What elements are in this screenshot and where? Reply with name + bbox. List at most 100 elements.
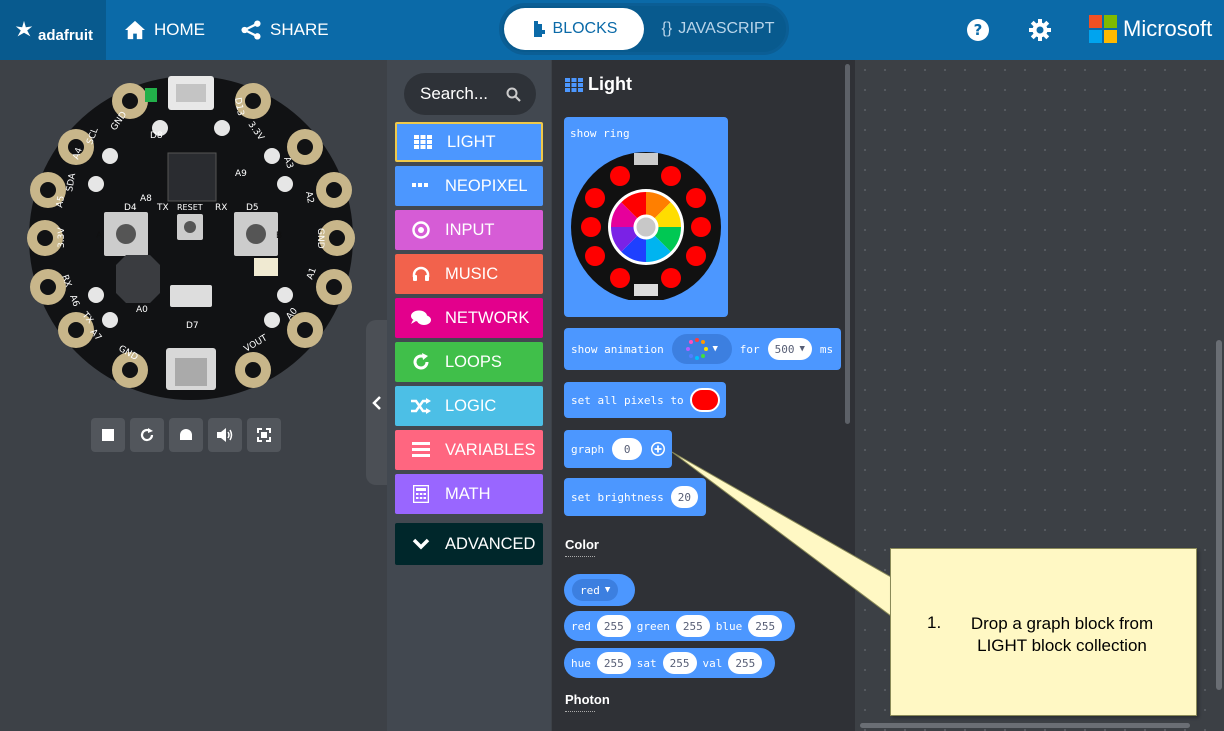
category-neopixel[interactable]: NEOPIXEL bbox=[395, 166, 543, 206]
graph-block[interactable]: graph 0 bbox=[564, 430, 672, 468]
speaker bbox=[116, 255, 160, 303]
home-label: HOME bbox=[154, 20, 205, 39]
label-a0-center: A0 bbox=[136, 305, 148, 315]
color-dropdown[interactable]: red ▼ bbox=[572, 579, 619, 601]
share-icon bbox=[241, 20, 261, 40]
gear-icon bbox=[1029, 19, 1051, 41]
home-button[interactable]: HOME bbox=[124, 0, 205, 60]
slowmo-button[interactable] bbox=[169, 418, 203, 452]
chevron-down-icon bbox=[411, 534, 431, 554]
fullscreen-button[interactable] bbox=[247, 418, 281, 452]
graph-value[interactable]: 0 bbox=[612, 438, 643, 460]
home-icon bbox=[125, 20, 145, 40]
category-loops[interactable]: LOOPS bbox=[395, 342, 543, 382]
share-button[interactable]: SHARE bbox=[240, 0, 329, 60]
animation-dropdown[interactable]: ▼ bbox=[671, 334, 732, 364]
hue-value[interactable]: 255 bbox=[596, 652, 631, 674]
top-bar: adafruit HOME SHARE BLOCKS {} JAVASCRIPT… bbox=[0, 0, 1224, 60]
category-label: NEOPIXEL bbox=[445, 176, 528, 195]
label-d8: D8 bbox=[150, 131, 163, 141]
flyout-title: Light bbox=[565, 74, 632, 95]
show-animation-label: show animation bbox=[571, 342, 664, 356]
speaker-icon bbox=[217, 428, 233, 442]
snail-icon bbox=[180, 429, 192, 440]
category-music[interactable]: MUSIC bbox=[395, 254, 543, 294]
simulator-toolbar bbox=[91, 418, 281, 452]
category-input[interactable]: INPUT bbox=[395, 210, 543, 250]
flower-icon bbox=[15, 20, 33, 37]
slide-switch[interactable] bbox=[170, 285, 212, 307]
adafruit-logo[interactable]: adafruit bbox=[0, 0, 106, 60]
show-animation-block[interactable]: show animation ▼ for 500 ▼ ms bbox=[564, 328, 841, 370]
label-btn-a: A bbox=[96, 231, 103, 241]
color-swatch[interactable] bbox=[689, 388, 720, 412]
category-label: LOGIC bbox=[445, 396, 497, 415]
color-block[interactable]: red ▼ bbox=[564, 574, 635, 606]
category-logic[interactable]: LOGIC bbox=[395, 386, 543, 426]
caret-down-icon: ▼ bbox=[712, 344, 718, 354]
ms-label: ms bbox=[819, 342, 834, 356]
dots-icon bbox=[411, 176, 431, 196]
duration-value: 500 bbox=[774, 342, 795, 356]
val-value[interactable]: 255 bbox=[728, 652, 763, 674]
category-advanced[interactable]: ADVANCED bbox=[395, 523, 543, 565]
grid-icon bbox=[565, 77, 583, 92]
label-tx: TX bbox=[156, 203, 169, 213]
headphones-icon bbox=[411, 264, 431, 284]
search-icon bbox=[506, 87, 521, 102]
blocks-tab[interactable]: BLOCKS bbox=[504, 8, 644, 50]
search-placeholder: Search... bbox=[420, 84, 489, 103]
logo-text: adafruit bbox=[37, 26, 93, 44]
hsv-block[interactable]: hue 255 sat 255 val 255 bbox=[564, 648, 775, 678]
light-sensor bbox=[254, 258, 278, 276]
stop-button[interactable] bbox=[91, 418, 125, 452]
category-label: ADVANCED bbox=[445, 534, 536, 553]
brand-label: Microsoft bbox=[1123, 16, 1213, 41]
duration-dropdown[interactable]: 500 ▼ bbox=[767, 338, 812, 360]
category-variables[interactable]: VARIABLES bbox=[395, 430, 543, 470]
ring-preview[interactable] bbox=[570, 150, 722, 300]
label-rx: RX bbox=[215, 203, 227, 213]
photon-section-label: Photon bbox=[565, 692, 610, 712]
set-all-pixels-label: set all pixels to bbox=[571, 393, 684, 407]
workspace-vertical-scrollbar[interactable] bbox=[1216, 340, 1222, 690]
circuit-playground-board[interactable]: GND D8 D13 3.3V SCL A4 SDA A5 A9 A8 A3 A… bbox=[0, 60, 387, 410]
label-reset: RESET bbox=[177, 203, 203, 212]
caret-down-icon: ▼ bbox=[799, 344, 805, 354]
collapse-simulator-button[interactable] bbox=[366, 320, 387, 485]
set-all-pixels-block[interactable]: set all pixels to bbox=[564, 382, 726, 418]
category-math[interactable]: MATH bbox=[395, 474, 543, 514]
label-d4: D4 bbox=[124, 203, 137, 213]
fullscreen-icon bbox=[257, 428, 271, 442]
simulator-panel: GND D8 D13 3.3V SCL A4 SDA A5 A9 A8 A3 A… bbox=[0, 60, 387, 731]
workspace-horizontal-scrollbar[interactable] bbox=[860, 723, 1190, 728]
flyout-scrollbar[interactable] bbox=[845, 64, 850, 424]
list-icon bbox=[411, 440, 431, 460]
hue-label: hue bbox=[571, 656, 591, 670]
help-button[interactable]: ? bbox=[965, 17, 991, 43]
color-section-label: Color bbox=[565, 537, 599, 557]
mute-button[interactable] bbox=[208, 418, 242, 452]
sat-value[interactable]: 255 bbox=[662, 652, 697, 674]
label-d7: D7 bbox=[186, 321, 199, 331]
blue-label: blue bbox=[715, 619, 743, 633]
val-label: val bbox=[702, 656, 723, 670]
search-input[interactable]: Search... bbox=[404, 73, 536, 115]
restart-button[interactable] bbox=[130, 418, 164, 452]
red-label: red bbox=[571, 619, 591, 633]
javascript-tab[interactable]: {} JAVASCRIPT bbox=[650, 8, 786, 50]
settings-button[interactable] bbox=[1027, 17, 1053, 43]
toolbox: Search... LIGHT NEOPIXEL INPUT MUSIC NET… bbox=[387, 60, 551, 731]
chevron-left-icon bbox=[371, 395, 381, 410]
red-value[interactable]: 255 bbox=[596, 615, 631, 637]
category-label: INPUT bbox=[445, 220, 495, 239]
color-value: red bbox=[580, 583, 600, 597]
category-network[interactable]: NETWORK bbox=[395, 298, 543, 338]
makecode-editor: adafruit HOME SHARE BLOCKS {} JAVASCRIPT… bbox=[0, 0, 1224, 731]
microsoft-logo[interactable]: Microsoft bbox=[1089, 14, 1212, 44]
label-a8: A8 bbox=[140, 194, 152, 204]
refresh-icon bbox=[411, 352, 431, 372]
category-light[interactable]: LIGHT bbox=[395, 122, 543, 162]
color-wheel bbox=[608, 189, 684, 265]
refresh-icon bbox=[140, 428, 154, 442]
